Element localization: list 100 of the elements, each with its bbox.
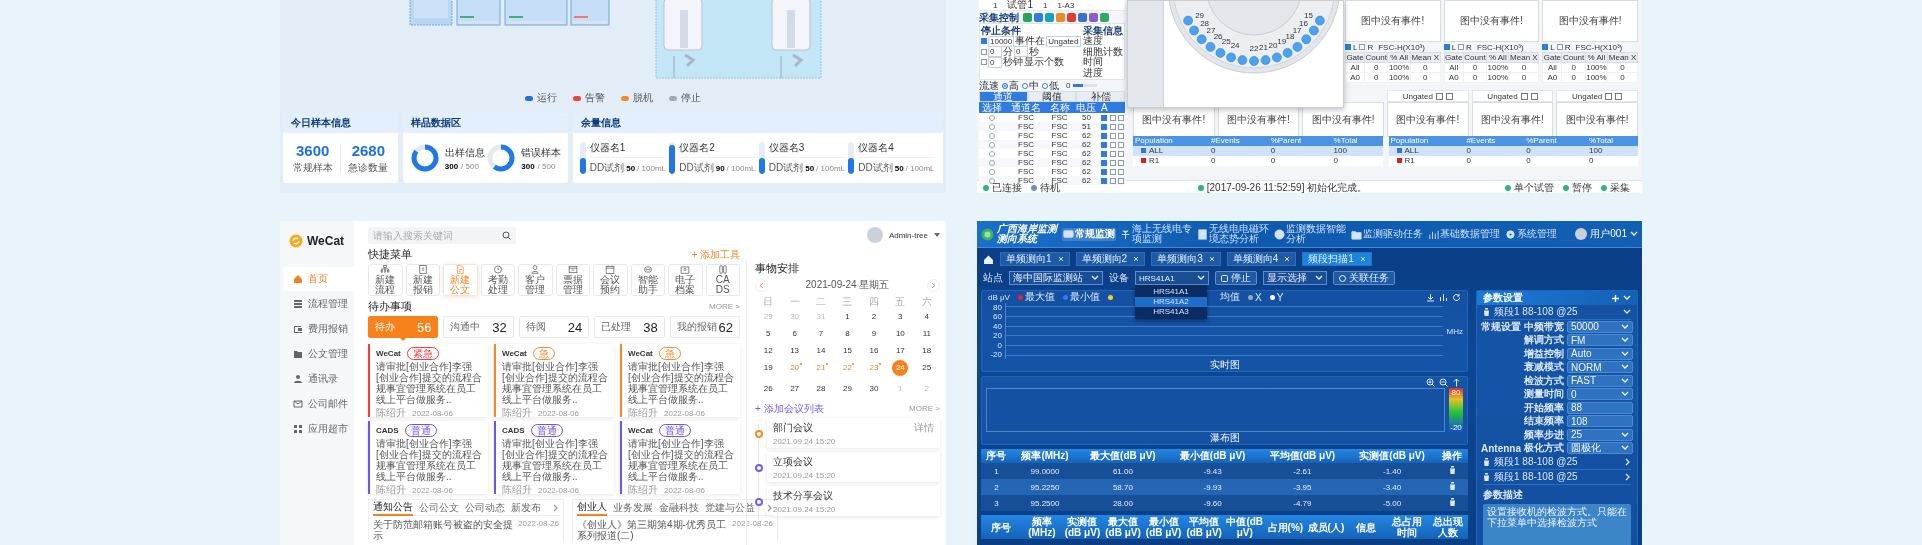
- calendar-day[interactable]: 19: [760, 360, 777, 376]
- calendar-day[interactable]: 15: [839, 343, 856, 359]
- shortcut-tile[interactable]: 客户管理: [518, 264, 553, 296]
- checkbox[interactable]: [1117, 123, 1124, 130]
- input-field[interactable]: 0: [1014, 46, 1028, 58]
- event-card[interactable]: 技术分享会议 2021.09.24 15:20: [767, 486, 940, 516]
- checkbox[interactable]: [1101, 114, 1108, 121]
- calendar-day[interactable]: 29: [839, 381, 856, 397]
- calendar-day[interactable]: 9: [865, 326, 882, 342]
- checkbox[interactable]: [1109, 159, 1116, 166]
- dropdown[interactable]: 0: [1567, 388, 1633, 401]
- shortcut-tile[interactable]: CADS: [705, 264, 740, 296]
- status-button[interactable]: 暂停: [1572, 180, 1592, 193]
- trash-icon[interactable]: [1483, 473, 1490, 481]
- nav-item[interactable]: 通讯录: [283, 367, 354, 391]
- calendar-day[interactable]: 26: [760, 381, 777, 397]
- checkbox[interactable]: [1117, 177, 1124, 184]
- task-card[interactable]: CADS 普通 请审批[创业合作]李强[创业合作]提交的流程合规事宜管理系统在员工线上平台做服务.. 陈绍升 2022-08-06: [368, 421, 488, 494]
- calendar-day[interactable]: 11: [918, 326, 935, 342]
- task-card[interactable]: WeCat 急 请审批[创业合作]李强[创业合作]提交的流程合规事宜管理系统在员工线上平台做服务.. 陈绍升 2022-08-06: [620, 344, 740, 417]
- checkbox[interactable]: [1101, 168, 1108, 175]
- dropdown[interactable]: FAST: [1567, 374, 1633, 387]
- dropdown[interactable]: 25: [1567, 428, 1633, 441]
- caret-icon[interactable]: [1630, 231, 1638, 237]
- close-icon[interactable]: [1615, 92, 1623, 100]
- radio-button[interactable]: [1042, 82, 1048, 89]
- nav-item[interactable]: 海上无线电专项监测: [1119, 223, 1193, 245]
- trash-icon[interactable]: [1483, 308, 1490, 316]
- tab[interactable]: 通道: [979, 91, 1028, 102]
- grid-icon[interactable]: [293, 424, 303, 434]
- radio-button[interactable]: [989, 114, 996, 121]
- shortcut-tile[interactable]: 电子档案: [668, 264, 703, 296]
- tab[interactable]: 单频测向4: [1226, 252, 1297, 266]
- calendar-day[interactable]: 3: [892, 309, 909, 325]
- checkbox[interactable]: [981, 48, 987, 55]
- checkbox[interactable]: [1117, 141, 1124, 148]
- zoom-in-icon[interactable]: [1426, 378, 1435, 387]
- refresh-icon[interactable]: [1452, 292, 1461, 302]
- checkbox[interactable]: [1117, 168, 1124, 175]
- event-card[interactable]: 立项会议 2021.09.24 15:20: [767, 452, 940, 482]
- shortcut-tile[interactable]: 票据管理: [555, 264, 590, 296]
- task-card[interactable]: CADS 普通 请审批[创业合作]李强[创业合作]提交的流程合规事宜管理系统在员工线上平台做服务.. 陈绍升 2022-08-06: [494, 421, 614, 494]
- tab[interactable]: 新发布: [511, 500, 541, 515]
- checkbox[interactable]: [1109, 177, 1116, 184]
- event-card[interactable]: 部门会议 详情 2021.09.24 15:20: [767, 418, 940, 448]
- trash-icon[interactable]: [1449, 482, 1456, 490]
- radio-button[interactable]: [1022, 82, 1028, 89]
- shortcut-tile[interactable]: 新建流程: [368, 264, 403, 296]
- checkbox[interactable]: [981, 59, 987, 66]
- input-field[interactable]: 10000: [988, 35, 1015, 47]
- calendar-day[interactable]: 25: [918, 360, 935, 376]
- task-card[interactable]: WeCat 紧急 请审批[创业合作]李强[创业合作]提交的流程合规事宜管理系统在员工线上平台做服务.. 陈绍升 2022-08-06: [368, 344, 488, 417]
- user-name[interactable]: 用户001: [1590, 227, 1627, 241]
- news-link[interactable]: 关于防范邮箱账号被盗的安全提示: [373, 519, 515, 541]
- checkbox[interactable]: [1101, 177, 1108, 184]
- tab[interactable]: 业务发展: [613, 500, 653, 515]
- radio-button[interactable]: [989, 177, 996, 184]
- calendar-day[interactable]: 7: [813, 326, 830, 342]
- calendar-day[interactable]: 17: [892, 343, 909, 359]
- checkbox[interactable]: [1458, 44, 1465, 50]
- checkbox[interactable]: [1542, 44, 1549, 50]
- checkbox[interactable]: [1109, 168, 1116, 175]
- next-icon[interactable]: [767, 503, 773, 512]
- person-icon[interactable]: [293, 374, 303, 384]
- tab[interactable]: 单频测向2: [1075, 252, 1146, 266]
- trash-icon[interactable]: [1449, 498, 1456, 506]
- checkbox[interactable]: [1101, 132, 1108, 139]
- shortcut-tile[interactable]: 新建报销: [405, 264, 440, 296]
- nav-item[interactable]: 应用超市: [283, 417, 354, 441]
- todo-tab[interactable]: 沟通中 32: [443, 316, 514, 338]
- checkbox[interactable]: [1101, 159, 1108, 166]
- dropdown[interactable]: 圆极化: [1567, 442, 1633, 455]
- checkbox[interactable]: [1109, 141, 1116, 148]
- tab[interactable]: 公司公文: [419, 500, 459, 515]
- input-field[interactable]: 0: [988, 46, 1002, 58]
- avatar[interactable]: [1575, 228, 1588, 240]
- checkbox[interactable]: [1101, 141, 1108, 148]
- checkbox[interactable]: [1109, 132, 1116, 139]
- bar-chart-icon[interactable]: [1439, 292, 1448, 302]
- shortcut-tile[interactable]: 智能助手: [630, 264, 665, 296]
- task-card[interactable]: WeCat 急 请审批[创业合作]李强[创业合作]提交的流程合规事宜管理系统在员工线上平台做服务.. 陈绍升 2022-08-06: [494, 344, 614, 417]
- expand-icon[interactable]: [1520, 92, 1528, 100]
- checkbox[interactable]: [1109, 123, 1116, 130]
- home-icon[interactable]: [983, 253, 994, 265]
- input-field[interactable]: 0: [988, 56, 1002, 68]
- calendar-day[interactable]: 6: [786, 326, 803, 342]
- checkbox[interactable]: [1101, 123, 1108, 130]
- chevron-down-icon[interactable]: [1091, 275, 1099, 281]
- next-icon[interactable]: [553, 503, 559, 512]
- calendar-day[interactable]: 12: [760, 343, 777, 359]
- status-button[interactable]: 单个试管: [1514, 180, 1554, 193]
- checkbox[interactable]: [1109, 150, 1116, 157]
- nav-item[interactable]: 无线电电磁环境态势分析: [1196, 223, 1270, 245]
- close-icon[interactable]: [1530, 92, 1538, 100]
- chevron-down-icon[interactable]: [1197, 275, 1205, 281]
- todo-tab[interactable]: 待阅 24: [518, 316, 590, 338]
- caret-icon[interactable]: [934, 233, 940, 237]
- radio-button[interactable]: [989, 168, 996, 175]
- tab[interactable]: 单频测向1: [1000, 252, 1070, 266]
- checkbox[interactable]: [1117, 159, 1124, 166]
